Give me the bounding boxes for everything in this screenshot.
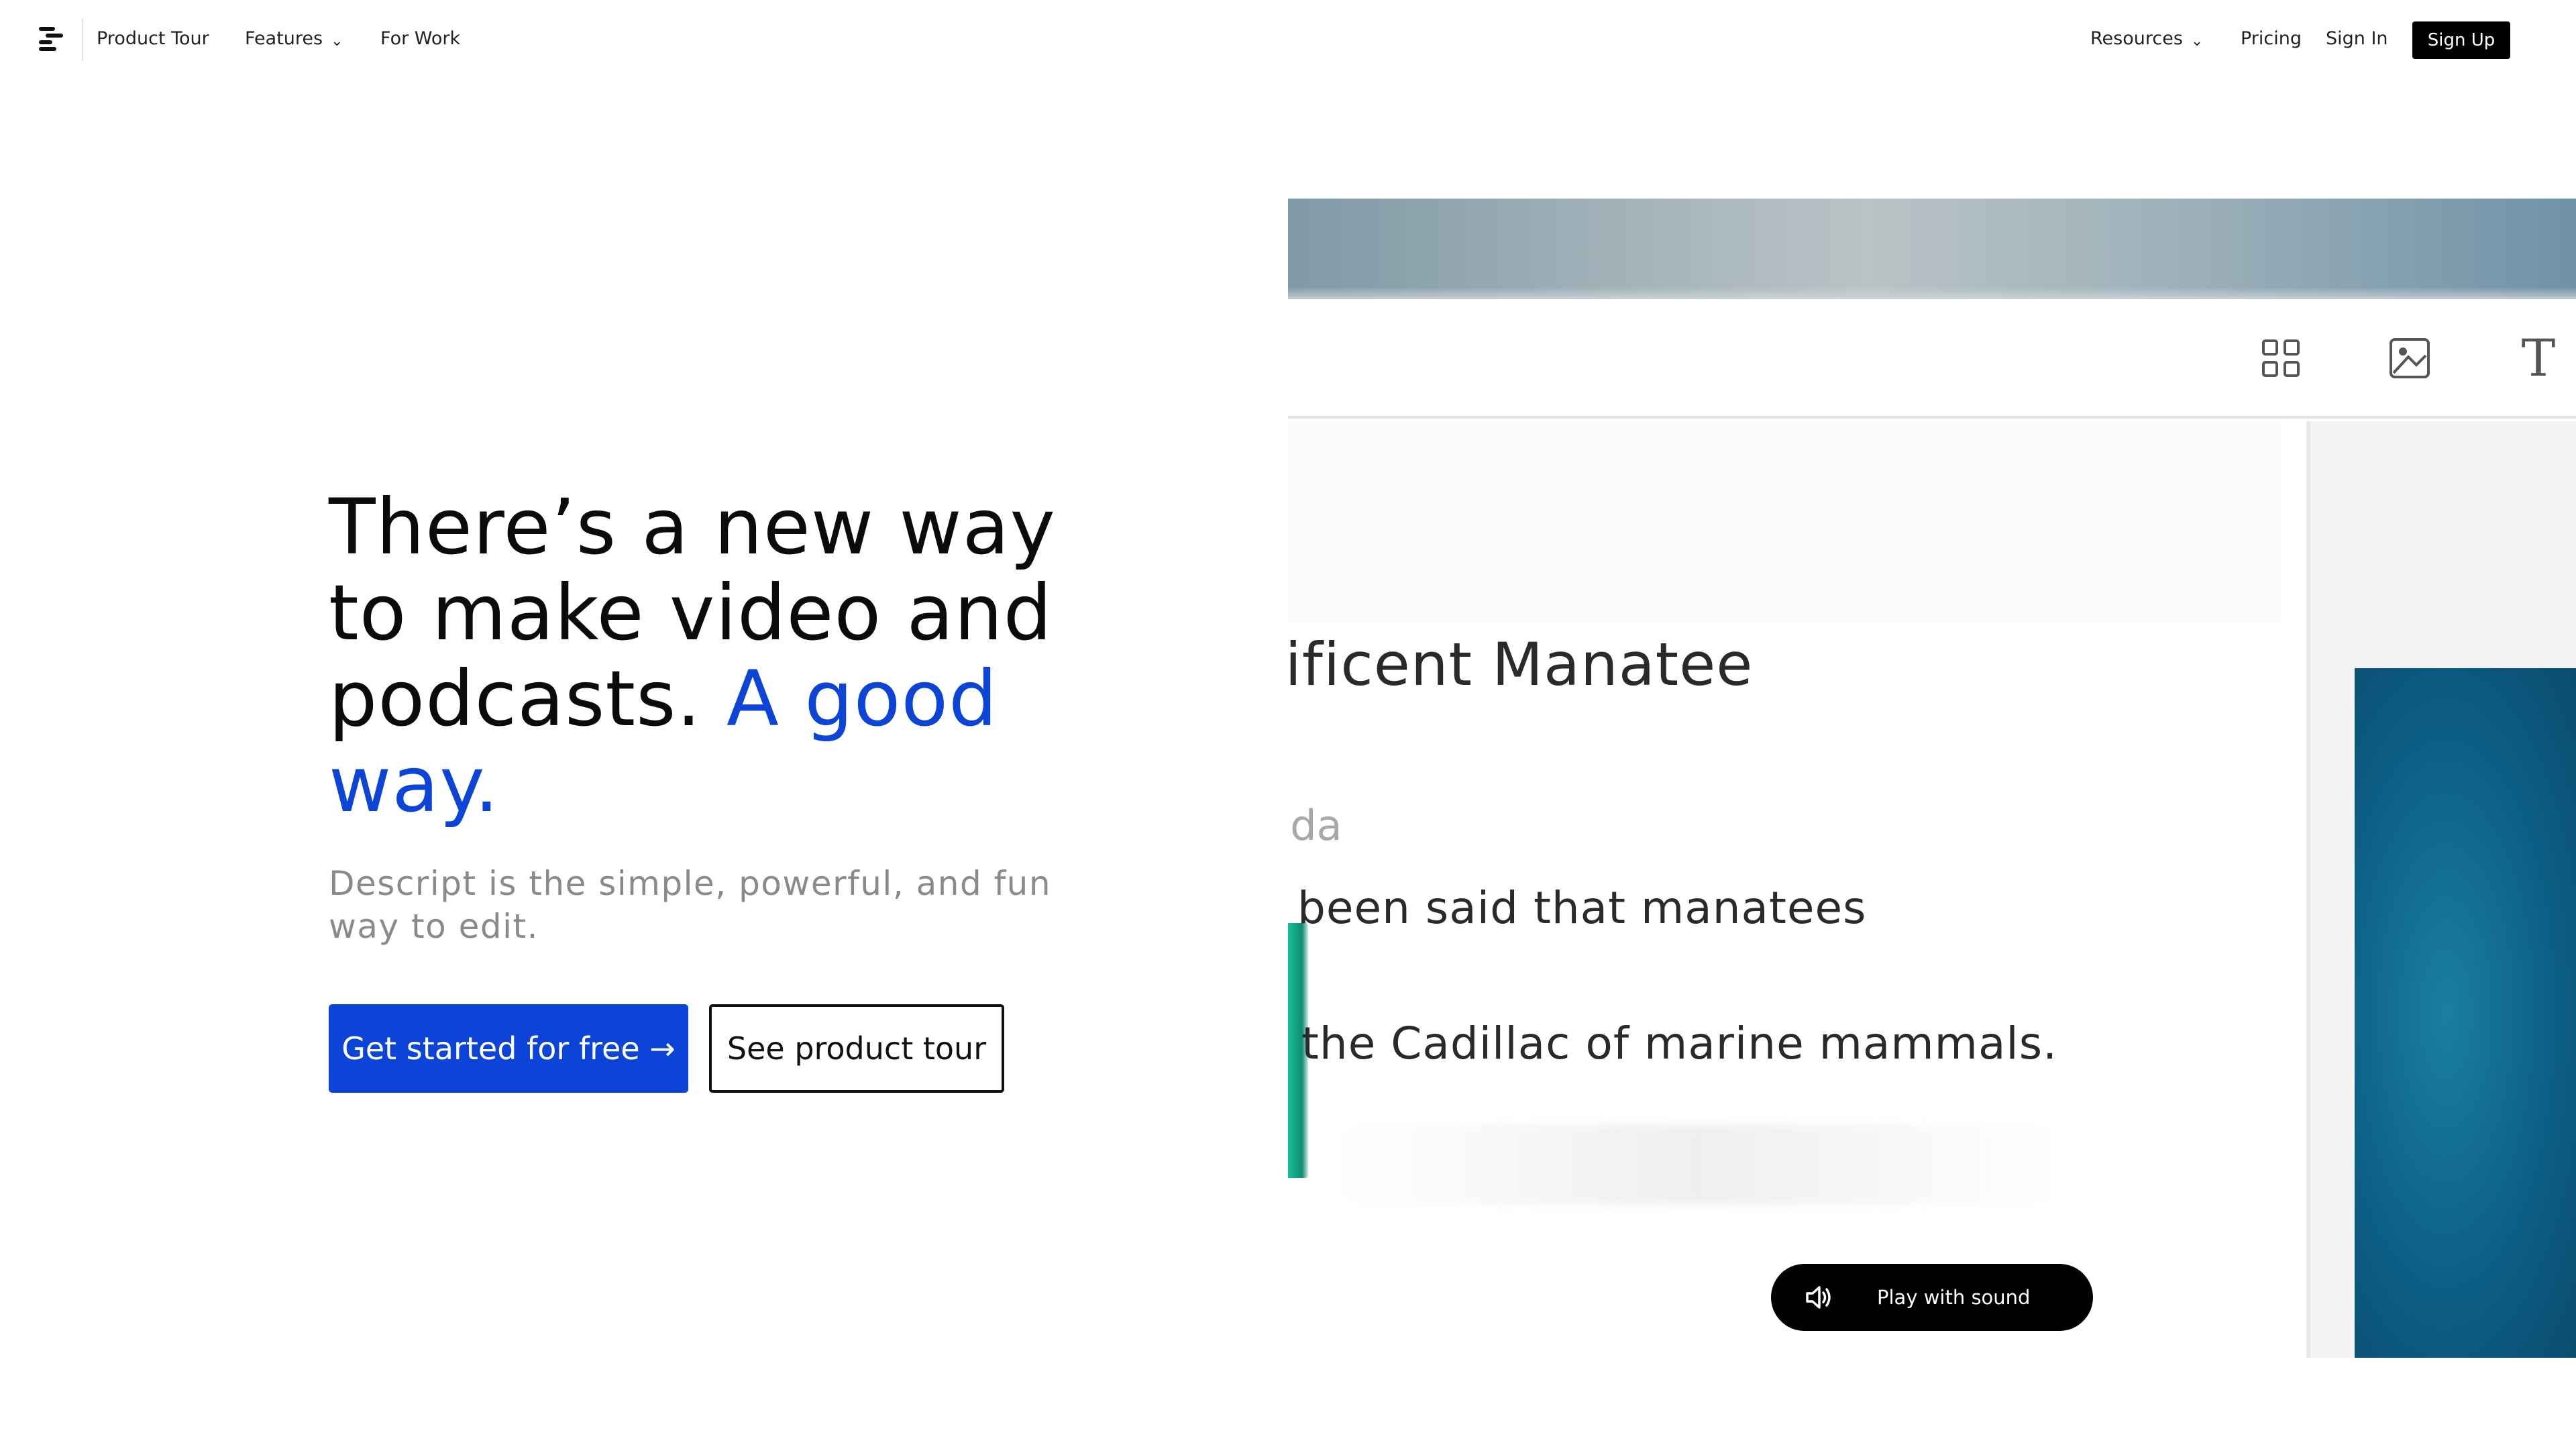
image-icon[interactable] [2388, 337, 2431, 380]
get-started-button[interactable]: Get started for free → [329, 1004, 688, 1093]
nav-link-sign-in[interactable]: Sign In [2326, 25, 2388, 52]
document-title: ıificent Manatee [1288, 630, 1754, 699]
nav-link-for-work[interactable]: For Work [380, 25, 460, 52]
see-product-tour-button[interactable]: See product tour [709, 1004, 1004, 1093]
sign-up-button[interactable]: Sign Up [2412, 21, 2510, 59]
chevron-down-icon: ⌄ [331, 33, 343, 50]
video-header-strip [1288, 199, 2576, 299]
descript-logo-icon[interactable] [38, 25, 64, 52]
transcript-line: the Cadillac of marine mammals. [1301, 1018, 2058, 1069]
chevron-down-icon: ⌄ [2190, 33, 2204, 50]
product-demo-video[interactable]: T ıificent Manatee ıda been said that ma… [1288, 199, 2576, 1358]
speaker-label: ıda [1288, 801, 1342, 850]
nav-divider [82, 19, 83, 60]
hero-headline: There’s a new way to make video and podc… [329, 484, 1100, 828]
waveform [1328, 1124, 2066, 1205]
video-thumbnail [2355, 668, 2576, 1358]
nav-link-features[interactable]: Features ⌄ [245, 25, 343, 52]
transcript-line: been said that manatees [1297, 882, 1867, 934]
play-with-sound-label: Play with sound [1877, 1286, 2031, 1309]
speaker-volume-icon [1806, 1286, 1831, 1309]
top-navigation: Product Tour Features ⌄ For Work Resource… [0, 0, 2576, 78]
hero-subhead: Descript is the simple, powerful, and fu… [329, 864, 1052, 946]
text-icon[interactable]: T [2517, 333, 2560, 384]
editor-toolbar: T [1288, 299, 2576, 419]
play-with-sound-button[interactable]: Play with sound [1771, 1264, 2093, 1331]
grid-icon[interactable] [2259, 337, 2302, 380]
nav-link-product-tour[interactable]: Product Tour [97, 25, 209, 52]
nav-link-pricing[interactable]: Pricing [2241, 25, 2302, 52]
nav-link-resources[interactable]: Resources ⌄ [2090, 25, 2203, 52]
